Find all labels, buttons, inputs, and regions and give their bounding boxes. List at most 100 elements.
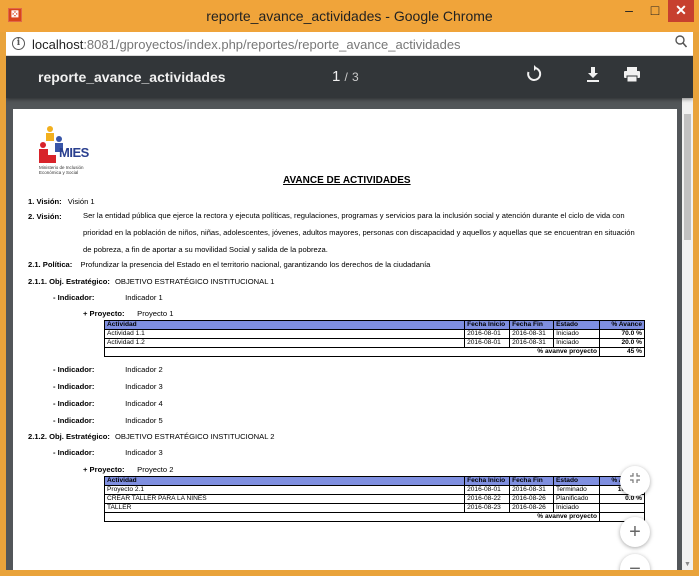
fit-page-icon[interactable] [620,466,650,496]
col-fecha-inicio: Fecha Inicio [464,320,511,330]
indicador3b-value: Indicador 3 [125,448,163,457]
indicador-label: - Indicador: [53,365,95,374]
cell-fecha-fin: 2016-08-31 [509,329,555,339]
col-fecha-fin: Fecha Fin [509,320,555,330]
logo-text: MIES [59,145,89,160]
col-estado: Estado [553,476,600,486]
page-separator: / [344,70,348,84]
politica-line: 2.1. Política: Profundizar la presencia … [28,260,430,269]
indicador5-line: - Indicador: Indicador 5 [53,416,163,425]
obj2-line: 2.1.2. Obj. Estratégico: OBJETIVO ESTRAT… [28,432,275,441]
col-actividad: Actividad [103,320,466,330]
table-row: CREAR TALLER PARA LA NIÑES 2016-08-22 20… [103,494,645,504]
pdf-page: MIES Ministerio de Inclusión Económica y… [13,109,677,570]
col-avance: % Avance [599,320,645,330]
report-title: AVANCE DE ACTIVIDADES [283,175,411,186]
col-actividad: Actividad [103,476,466,486]
cell-avance: 0.0 % [599,494,645,504]
url-host: localhost [32,37,84,52]
obj1-line: 2.1.1. Obj. Estratégico: OBJETIVO ESTRAT… [28,277,275,286]
proyecto2-value: Proyecto 2 [137,465,174,474]
indicador-label: - Indicador: [53,399,95,408]
cell-estado: Planificado [553,494,600,504]
minimize-button[interactable]: – [616,0,642,22]
close-button[interactable]: ✕ [668,0,694,22]
cell-fecha-inicio: 2016-08-01 [464,485,511,495]
pdf-toolbar: reporte_avance_actividades 1 / 3 [6,56,693,98]
col-fecha-inicio: Fecha Inicio [464,476,511,486]
politica-value: Profundizar la presencia del Estado en e… [80,260,431,269]
plus-icon[interactable]: + [620,517,650,547]
scrollbar-thumb[interactable] [684,114,691,240]
col-estado: Estado [553,320,600,330]
proyecto1-value: Proyecto 1 [137,309,174,318]
proyecto-label: + Proyecto: [83,465,125,474]
maximize-button[interactable]: □ [643,0,667,22]
cell-fecha-fin: 2016-08-26 [509,494,555,504]
col-fecha-fin: Fecha Fin [509,476,555,486]
rotate-icon[interactable] [524,65,544,87]
vision1-line: 1. Visión: Visión 1 [28,197,95,206]
table-row: Actividad 1.2 2016-08-01 2016-08-31 Inic… [103,338,645,348]
activities-table-1: Actividad Fecha Inicio Fecha Fin Estado … [103,320,645,357]
table-row: TALLER 2016-08-23 2016-08-26 Iniciado [103,503,645,513]
cell-fecha-fin: 2016-08-31 [509,338,555,348]
scroll-down-arrow[interactable]: ▼ [682,561,693,568]
cell-estado: Iniciado [553,338,600,348]
indicador5-value: Indicador 5 [125,416,163,425]
url-path: :8081/gproyectos/index.php/reportes/repo… [83,37,461,52]
indicador1-value: Indicador 1 [125,293,163,302]
cell-fecha-inicio: 2016-08-23 [464,503,511,513]
indicador4-value: Indicador 4 [125,399,163,408]
proyecto-label: + Proyecto: [83,309,125,318]
vision1-label: 1. Visión: [28,197,62,206]
indicador-label: - Indicador: [53,416,95,425]
cell-fecha-inicio: 2016-08-01 [464,338,511,348]
proyecto2-line: + Proyecto: Proyecto 2 [83,465,173,474]
table-header-row: Actividad Fecha Inicio Fecha Fin Estado … [103,476,645,486]
cell-fecha-fin: 2016-08-26 [509,503,555,513]
window-bottom-border [0,570,699,576]
cell-avance: 20.0 % [599,338,645,348]
zoom-icon[interactable] [675,35,688,51]
footer-label: % avanve proyecto [104,347,600,357]
politica-label: 2.1. Política: [28,260,73,269]
indicador3-value: Indicador 3 [125,382,163,391]
address-bar[interactable]: i localhost:8081/gproyectos/index.php/re… [6,32,693,56]
vision2-label-line: 2. Visión: [28,212,62,221]
obj1-label: 2.1.1. Obj. Estratégico: [28,277,110,286]
obj1-value: OBJETIVO ESTRATÉGICO INSTITUCIONAL 1 [115,277,275,286]
activities-table-2: Actividad Fecha Inicio Fecha Fin Estado … [103,476,645,522]
cell-actividad: Actividad 1.1 [103,329,466,339]
indicador4-line: - Indicador: Indicador 4 [53,399,163,408]
vision1-value: Visión 1 [67,197,95,206]
table-row: Actividad 1.1 2016-08-01 2016-08-31 Inic… [103,329,645,339]
vision2-text: Ser la entidad pública que ejerce la rec… [83,211,635,254]
url-text[interactable]: localhost:8081/gproyectos/index.php/repo… [32,37,461,52]
indicador-label: - Indicador: [53,293,95,302]
footer-value: 45 % [599,347,645,357]
obj2-label: 2.1.2. Obj. Estratégico: [28,432,110,441]
cell-estado: Terminado [553,485,600,495]
indicador-label: - Indicador: [53,382,95,391]
cell-avance: 70.0 % [599,329,645,339]
pdf-document-title: reporte_avance_actividades [38,69,226,85]
download-icon[interactable] [583,65,603,87]
cell-actividad: TALLER [103,503,466,513]
cell-fecha-inicio: 2016-08-01 [464,329,511,339]
vertical-scrollbar[interactable]: ▲ ▼ [682,56,693,570]
table-row: Proyecto 2.1 2016-08-01 2016-08-31 Termi… [103,485,645,495]
table-footer-row: % avanve proyecto 45 % [104,347,645,357]
info-icon[interactable]: i [12,37,25,50]
print-icon[interactable] [622,65,642,87]
cell-actividad: Actividad 1.2 [103,338,466,348]
proyecto1-line: + Proyecto: Proyecto 1 [83,309,173,318]
logo-subtitle: Ministerio de Inclusión Económica y Soci… [39,165,84,175]
table-footer-row: % avanve proyecto [104,512,645,522]
page-current[interactable]: 1 [332,68,340,85]
window-title: reporte_avance_actividades - Google Chro… [206,8,493,24]
obj2-value: OBJETIVO ESTRATÉGICO INSTITUCIONAL 2 [115,432,275,441]
indicador1-line: - Indicador: Indicador 1 [53,293,163,302]
table-header-row: Actividad Fecha Inicio Fecha Fin Estado … [103,320,645,330]
pdf-viewer: reporte_avance_actividades 1 / 3 ▲ ▼ [6,56,693,570]
